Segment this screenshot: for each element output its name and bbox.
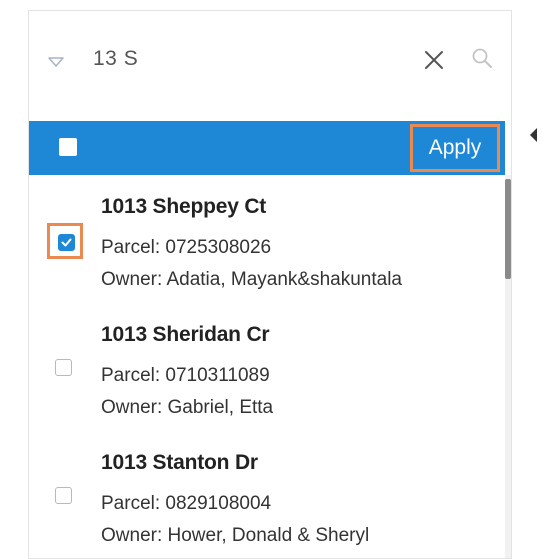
item-checkbox-wrap[interactable] <box>47 479 83 515</box>
item-owner: Owner: Gabriel, Etta <box>101 397 274 418</box>
scrollbar-thumb[interactable] <box>505 179 511 279</box>
list-item[interactable]: 1013 Stanton Dr Parcel: 0829108004 Owner… <box>29 431 499 558</box>
item-owner: Owner: Hower, Donald & Sheryl <box>101 525 370 546</box>
select-all-checkbox[interactable] <box>59 138 77 156</box>
list-item[interactable]: 1013 Sheridan Cr Parcel: 0710311089 Owne… <box>29 303 499 431</box>
chevron-down-icon[interactable] <box>47 55 65 69</box>
item-checkbox[interactable] <box>55 487 72 504</box>
search-results-panel: 13 S Apply 1013 Sheppey Ct Parcel: 07253… <box>28 10 512 559</box>
item-owner: Owner: Adatia, Mayank&shakuntala <box>101 269 403 290</box>
result-list: 1013 Sheppey Ct Parcel: 0725308026 Owner… <box>29 175 499 558</box>
close-icon[interactable] <box>421 47 447 73</box>
scrollbar[interactable] <box>505 175 511 558</box>
search-icon[interactable] <box>471 47 493 69</box>
search-input[interactable]: 13 S <box>93 47 138 71</box>
collapse-arrow-icon[interactable] <box>530 128 538 142</box>
item-checkbox[interactable] <box>55 359 72 376</box>
apply-button[interactable]: Apply <box>410 124 500 172</box>
item-checkbox-highlight[interactable] <box>47 223 83 259</box>
item-parcel: Parcel: 0829108004 <box>101 493 272 514</box>
item-address: 1013 Sheppey Ct <box>101 195 267 218</box>
item-address: 1013 Stanton Dr <box>101 451 258 474</box>
item-parcel: Parcel: 0710311089 <box>101 365 270 386</box>
item-address: 1013 Sheridan Cr <box>101 323 270 346</box>
list-item[interactable]: 1013 Sheppey Ct Parcel: 0725308026 Owner… <box>29 175 499 303</box>
results-header-bar: Apply <box>29 121 505 175</box>
item-checkbox[interactable] <box>58 234 75 251</box>
item-checkbox-wrap[interactable] <box>47 351 83 387</box>
search-row: 13 S <box>29 11 511 107</box>
item-parcel: Parcel: 0725308026 <box>101 237 272 258</box>
